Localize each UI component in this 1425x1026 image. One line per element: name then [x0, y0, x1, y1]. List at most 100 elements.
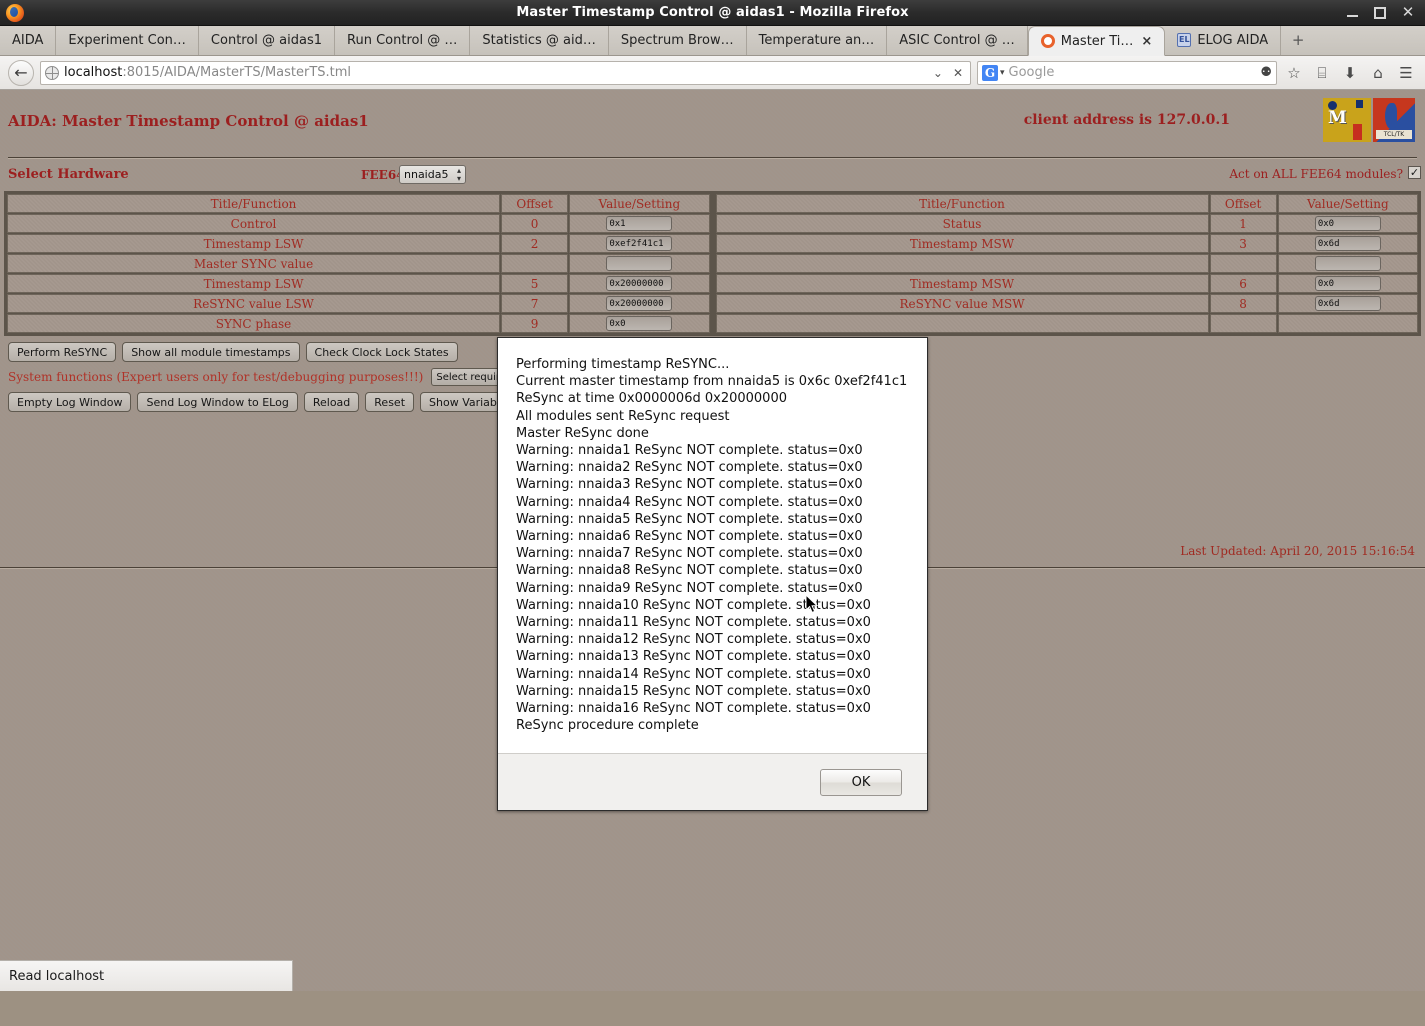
dialog-line: ReSync procedure complete	[516, 718, 699, 734]
tab-label: Control @ aidas1	[210, 32, 323, 48]
value-input[interactable]: 0x6d	[1314, 296, 1381, 311]
navigation-toolbar: ← localhost :8015/AIDA/MasterTS/MasterTS…	[0, 56, 1425, 90]
table-row: Timestamp LSW 2 0xef2f41c1	[7, 234, 710, 253]
back-button[interactable]: ←	[8, 59, 34, 86]
perform-resync-button[interactable]: Perform ReSYNC	[8, 342, 117, 362]
maximize-button[interactable]	[1373, 6, 1387, 20]
fee64-select[interactable]: nnaida5 ▴ ▾	[399, 165, 466, 184]
row-value-cell: 0x0	[1277, 274, 1418, 293]
act-all-label: Act on ALL FEE64 modules?	[1229, 167, 1403, 181]
tab-experiment-control[interactable]: Experiment Con…	[56, 25, 199, 55]
chevron-down-icon[interactable]: ▾	[1000, 68, 1005, 78]
new-tab-button[interactable]: +	[1281, 25, 1315, 55]
tab-label: Run Control @ …	[347, 32, 458, 48]
row-offset	[1209, 254, 1277, 273]
row-value-cell: 0x6d	[1277, 294, 1418, 313]
col-offset: Offset	[501, 194, 569, 213]
value-input[interactable]: 0xef2f41c1	[606, 236, 673, 251]
dialog-line: Warning: nnaida9 ReSync NOT complete. st…	[516, 580, 863, 596]
row-value-cell: 0x6d	[1277, 234, 1418, 253]
value-input[interactable]	[606, 256, 673, 271]
tab-statistics[interactable]: Statistics @ aid…	[470, 25, 609, 55]
home-icon[interactable]: ⌂	[1367, 64, 1389, 82]
row-offset: 3	[1209, 234, 1277, 253]
tab-temperature[interactable]: Temperature an…	[747, 25, 888, 55]
col-value-setting: Value/Setting	[1277, 194, 1418, 213]
download-icon[interactable]: ⬇	[1339, 64, 1361, 82]
row-value-cell: 0x0	[569, 314, 710, 333]
tab-aida[interactable]: AIDA	[0, 25, 57, 55]
row-offset: 2	[501, 234, 569, 253]
check-clock-lock-states-button[interactable]: Check Clock Lock States	[305, 342, 458, 362]
tab-spectrum-browser[interactable]: Spectrum Brow…	[609, 25, 747, 55]
col-title-function: Title/Function	[7, 194, 501, 213]
value-input[interactable]: 0x1	[606, 216, 673, 231]
tab-label: AIDA	[12, 32, 44, 48]
value-input[interactable]: 0x0	[1314, 276, 1381, 291]
value-input[interactable]	[1314, 256, 1381, 271]
fee64-label: FEE64	[361, 168, 405, 182]
reader-list-icon[interactable]: ⌸	[1311, 64, 1333, 82]
value-input[interactable]: 0x20000000	[606, 276, 673, 291]
act-all-checkbox[interactable]: ✓	[1408, 166, 1421, 179]
dialog-footer: OK	[498, 753, 927, 810]
window-title: Master Timestamp Control @ aidas1 - Mozi…	[516, 5, 909, 20]
register-table-left: Title/Function Offset Value/Setting Cont…	[4, 191, 713, 336]
row-title: Timestamp LSW	[7, 274, 501, 293]
dialog-line: Warning: nnaida14 ReSync NOT complete. s…	[516, 666, 871, 682]
search-bar[interactable]: G ▾ Google ⚉	[977, 60, 1277, 85]
empty-log-window-button[interactable]: Empty Log Window	[8, 392, 132, 412]
url-dropdown-icon[interactable]: ⌄	[933, 66, 943, 80]
row-offset: 7	[501, 294, 569, 313]
url-bar[interactable]: localhost :8015/AIDA/MasterTS/MasterTS.t…	[40, 60, 971, 85]
search-input[interactable]: Google	[1009, 65, 1055, 80]
row-offset: 6	[1209, 274, 1277, 293]
dialog-line: Warning: nnaida11 ReSync NOT complete. s…	[516, 615, 871, 631]
value-input[interactable]: 0x0	[606, 316, 673, 331]
col-value-setting: Value/Setting	[569, 194, 710, 213]
dialog-line: Current master timestamp from nnaida5 is…	[516, 374, 908, 390]
reset-button[interactable]: Reset	[365, 392, 415, 412]
dialog-line: Warning: nnaida8 ReSync NOT complete. st…	[516, 563, 863, 579]
dialog-line: Performing timestamp ReSYNC...	[516, 357, 730, 372]
tab-control-aidas1[interactable]: Control @ aidas1	[199, 25, 336, 55]
google-icon[interactable]: G	[982, 64, 998, 81]
row-title	[715, 254, 1209, 273]
tab-master-timestamp[interactable]: Master Ti… ×	[1027, 26, 1166, 56]
tab-asic-control[interactable]: ASIC Control @ …	[887, 25, 1028, 55]
ok-button[interactable]: OK	[820, 768, 902, 796]
dialog-line: Warning: nnaida13 ReSync NOT complete. s…	[516, 649, 871, 665]
page-title: AIDA: Master Timestamp Control @ aidas1	[8, 112, 369, 130]
row-offset: 9	[501, 314, 569, 333]
tab-elog-aida[interactable]: EL ELOG AIDA	[1165, 25, 1282, 55]
dialog-line: Warning: nnaida12 ReSync NOT complete. s…	[516, 632, 871, 648]
table-row: ReSYNC value MSW 8 0x6d	[715, 294, 1418, 313]
tab-run-control[interactable]: Run Control @ …	[335, 25, 471, 55]
bookmark-star-icon[interactable]: ☆	[1283, 64, 1305, 82]
dialog-line: ReSync at time 0x0000006d 0x20000000	[516, 391, 787, 407]
url-stop-icon[interactable]: ✕	[953, 66, 963, 80]
minimize-button[interactable]	[1345, 6, 1359, 20]
last-updated-label: Last Updated: April 20, 2015 15:16:54	[1180, 544, 1415, 558]
col-title-function: Title/Function	[715, 194, 1209, 213]
table-row: ReSYNC value LSW 7 0x20000000	[7, 294, 710, 313]
value-input[interactable]: 0x0	[1314, 216, 1381, 231]
value-input[interactable]: 0x6d	[1314, 236, 1381, 251]
dialog-line: Warning: nnaida15 ReSync NOT complete. s…	[516, 683, 871, 699]
show-all-module-timestamps-button[interactable]: Show all module timestamps	[122, 342, 300, 362]
send-log-window-to-elog-button[interactable]: Send Log Window to ELog	[137, 392, 298, 412]
value-input[interactable]: 0x20000000	[606, 296, 673, 311]
dialog-line: Warning: nnaida6 ReSync NOT complete. st…	[516, 529, 863, 545]
client-address: client address is 127.0.0.1	[1023, 112, 1230, 128]
dialog-line: Warning: nnaida3 ReSync NOT complete. st…	[516, 477, 863, 493]
close-button[interactable]: ✕	[1401, 5, 1415, 20]
binoculars-icon[interactable]: ⚉	[1260, 65, 1272, 80]
table-row	[715, 314, 1418, 333]
globe-icon	[45, 65, 59, 80]
tab-close-icon[interactable]: ×	[1141, 34, 1152, 49]
reload-button[interactable]: Reload	[303, 392, 360, 412]
page-header: AIDA: Master Timestamp Control @ aidas1 …	[0, 90, 1425, 157]
menu-hamburger-icon[interactable]: ☰	[1395, 64, 1417, 82]
row-value-cell: 0xef2f41c1	[569, 234, 710, 253]
elog-icon: EL	[1177, 33, 1192, 47]
